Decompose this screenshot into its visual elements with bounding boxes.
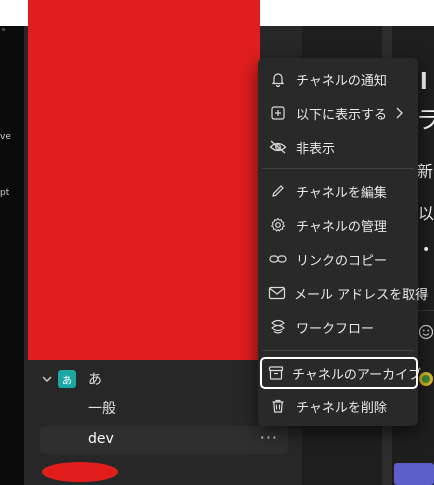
trash-icon	[268, 396, 288, 416]
archive-icon	[268, 363, 284, 383]
team-name: あ	[88, 372, 102, 388]
menu-item-delete-channel[interactable]: チャネルを削除	[262, 391, 414, 421]
menu-item-archive-channel[interactable]: チャネルのアーカイブ	[260, 357, 422, 389]
conversation-text: 以	[418, 204, 434, 223]
menu-item-label: チャネルを編集	[296, 185, 387, 201]
channel-name: dev	[88, 431, 114, 447]
rail-label: pt	[0, 188, 10, 198]
channel-item-general[interactable]: 一般	[88, 398, 116, 418]
menu-item-label: メール アドレスを取得	[294, 287, 429, 303]
menu-item-label: チャネルのアーカイブ	[292, 367, 422, 383]
menu-item-label: チャネルの通知	[296, 73, 387, 89]
menu-item-copy-link[interactable]: リンクのコピー	[262, 244, 414, 274]
menu-separator	[262, 350, 414, 351]
menu-item-channel-notifications[interactable]: チャネルの通知	[262, 64, 414, 94]
menu-item-workflows[interactable]: ワークフロー	[262, 312, 414, 342]
team-avatar: あ	[58, 370, 76, 388]
menu-item-label: リンクのコピー	[296, 253, 388, 269]
rail-label: ve	[0, 132, 11, 142]
rail-marker	[2, 28, 5, 31]
app-rail	[0, 26, 24, 485]
menu-item-get-email[interactable]: メール アドレスを取得	[262, 278, 428, 308]
conversation-text: •	[422, 242, 431, 258]
channel-item-dev[interactable]: dev ···	[40, 426, 288, 454]
mail-icon	[268, 283, 286, 303]
conversation-text: l	[420, 70, 428, 95]
conversation-text: 新	[417, 162, 434, 181]
eye-off-icon	[268, 137, 288, 157]
emoji-icon[interactable]	[418, 324, 434, 340]
team-row[interactable]: あ あ	[40, 366, 280, 392]
menu-item-label: 非表示	[296, 141, 336, 157]
menu-item-label: 以下に表示する	[296, 107, 388, 123]
channel-context-menu: チャネルの通知 以下に表示する 非表示 チャネルを編集 チャネルの管理 リンクの…	[258, 58, 428, 426]
add-square-icon	[268, 103, 288, 123]
menu-item-label: チャネルを削除	[296, 400, 387, 416]
workflow-icon	[268, 317, 288, 337]
redaction-block	[42, 462, 118, 482]
more-options-icon[interactable]: ···	[260, 428, 278, 447]
menu-item-label: チャネルの管理	[296, 219, 387, 235]
menu-item-label: ワークフロー	[296, 321, 375, 337]
bell-icon	[268, 69, 288, 89]
conversation-text: ラ	[416, 106, 434, 134]
chevron-right-icon	[396, 107, 403, 119]
link-icon	[268, 249, 288, 269]
chevron-down-icon[interactable]	[40, 372, 54, 386]
redaction-block	[28, 0, 260, 360]
new-post-button[interactable]	[394, 463, 434, 485]
menu-item-edit-channel[interactable]: チャネルを編集	[262, 176, 414, 206]
menu-separator	[262, 168, 414, 169]
pencil-icon	[268, 181, 288, 201]
menu-item-hide[interactable]: 非表示	[262, 132, 414, 162]
menu-item-show-in[interactable]: 以下に表示する	[262, 98, 414, 128]
gear-icon	[268, 215, 288, 235]
menu-item-manage-channel[interactable]: チャネルの管理	[262, 210, 414, 240]
